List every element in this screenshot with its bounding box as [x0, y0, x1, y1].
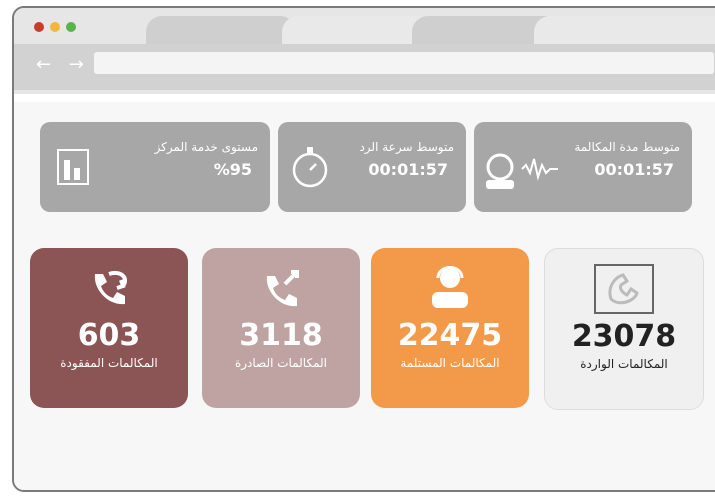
address-bar[interactable] — [94, 52, 714, 74]
received-count: 22475 — [397, 318, 503, 353]
stopwatch-icon — [292, 147, 328, 188]
stat-card-service-level: مستوى خدمة المركز %95 — [40, 122, 270, 212]
outgoing-call-icon — [266, 270, 299, 307]
stat-card-avg-call-duration: متوسط مدة المكالمة 00:01:57 — [474, 122, 692, 212]
missed-label: المكالمات المفقودة — [60, 356, 158, 370]
incoming-count: 23078 — [571, 319, 677, 354]
window-controls — [34, 22, 76, 32]
incoming-label: المكالمات الواردة — [580, 357, 668, 371]
close-dot[interactable] — [34, 22, 44, 32]
incoming-phone-icon — [594, 264, 654, 314]
missed-count: 603 — [77, 318, 141, 353]
stat-title: متوسط سرعة الرد — [359, 140, 454, 154]
tile-missed-calls: 603 المكالمات المفقودة — [30, 248, 188, 408]
stat-card-avg-answer-speed: متوسط سرعة الرد 00:01:57 — [278, 122, 466, 212]
missed-call-icon — [94, 271, 128, 305]
stat-value: 00:01:57 — [368, 160, 448, 179]
stat-title: متوسط مدة المكالمة — [574, 140, 680, 154]
tile-incoming-calls: 23078 المكالمات الواردة — [544, 248, 704, 410]
maximize-dot[interactable] — [66, 22, 76, 32]
browser-chrome: ← → — [14, 8, 715, 98]
content-top-strip — [14, 94, 715, 102]
bar-chart-icon — [57, 149, 89, 185]
stat-title: مستوى خدمة المركز — [154, 140, 258, 154]
browser-toolbar: ← → — [14, 44, 715, 90]
tile-outgoing-calls: 3118 المكالمات الصادرة — [202, 248, 360, 408]
outgoing-count: 3118 — [239, 318, 323, 353]
headset-agent-icon — [486, 153, 558, 189]
received-label: المكالمات المستلمة — [400, 356, 500, 370]
call-agent-icon — [432, 266, 468, 308]
minimize-dot[interactable] — [50, 22, 60, 32]
stat-value: %95 — [213, 160, 252, 179]
browser-window: ← → متوسط مدة المكالمة 00:01:57 متوسط سر… — [12, 6, 715, 492]
tile-received-calls: 22475 المكالمات المستلمة — [371, 248, 529, 408]
outgoing-label: المكالمات الصادرة — [234, 356, 328, 370]
nav-arrows[interactable]: ← → — [36, 54, 90, 75]
stat-value: 00:01:57 — [594, 160, 674, 179]
